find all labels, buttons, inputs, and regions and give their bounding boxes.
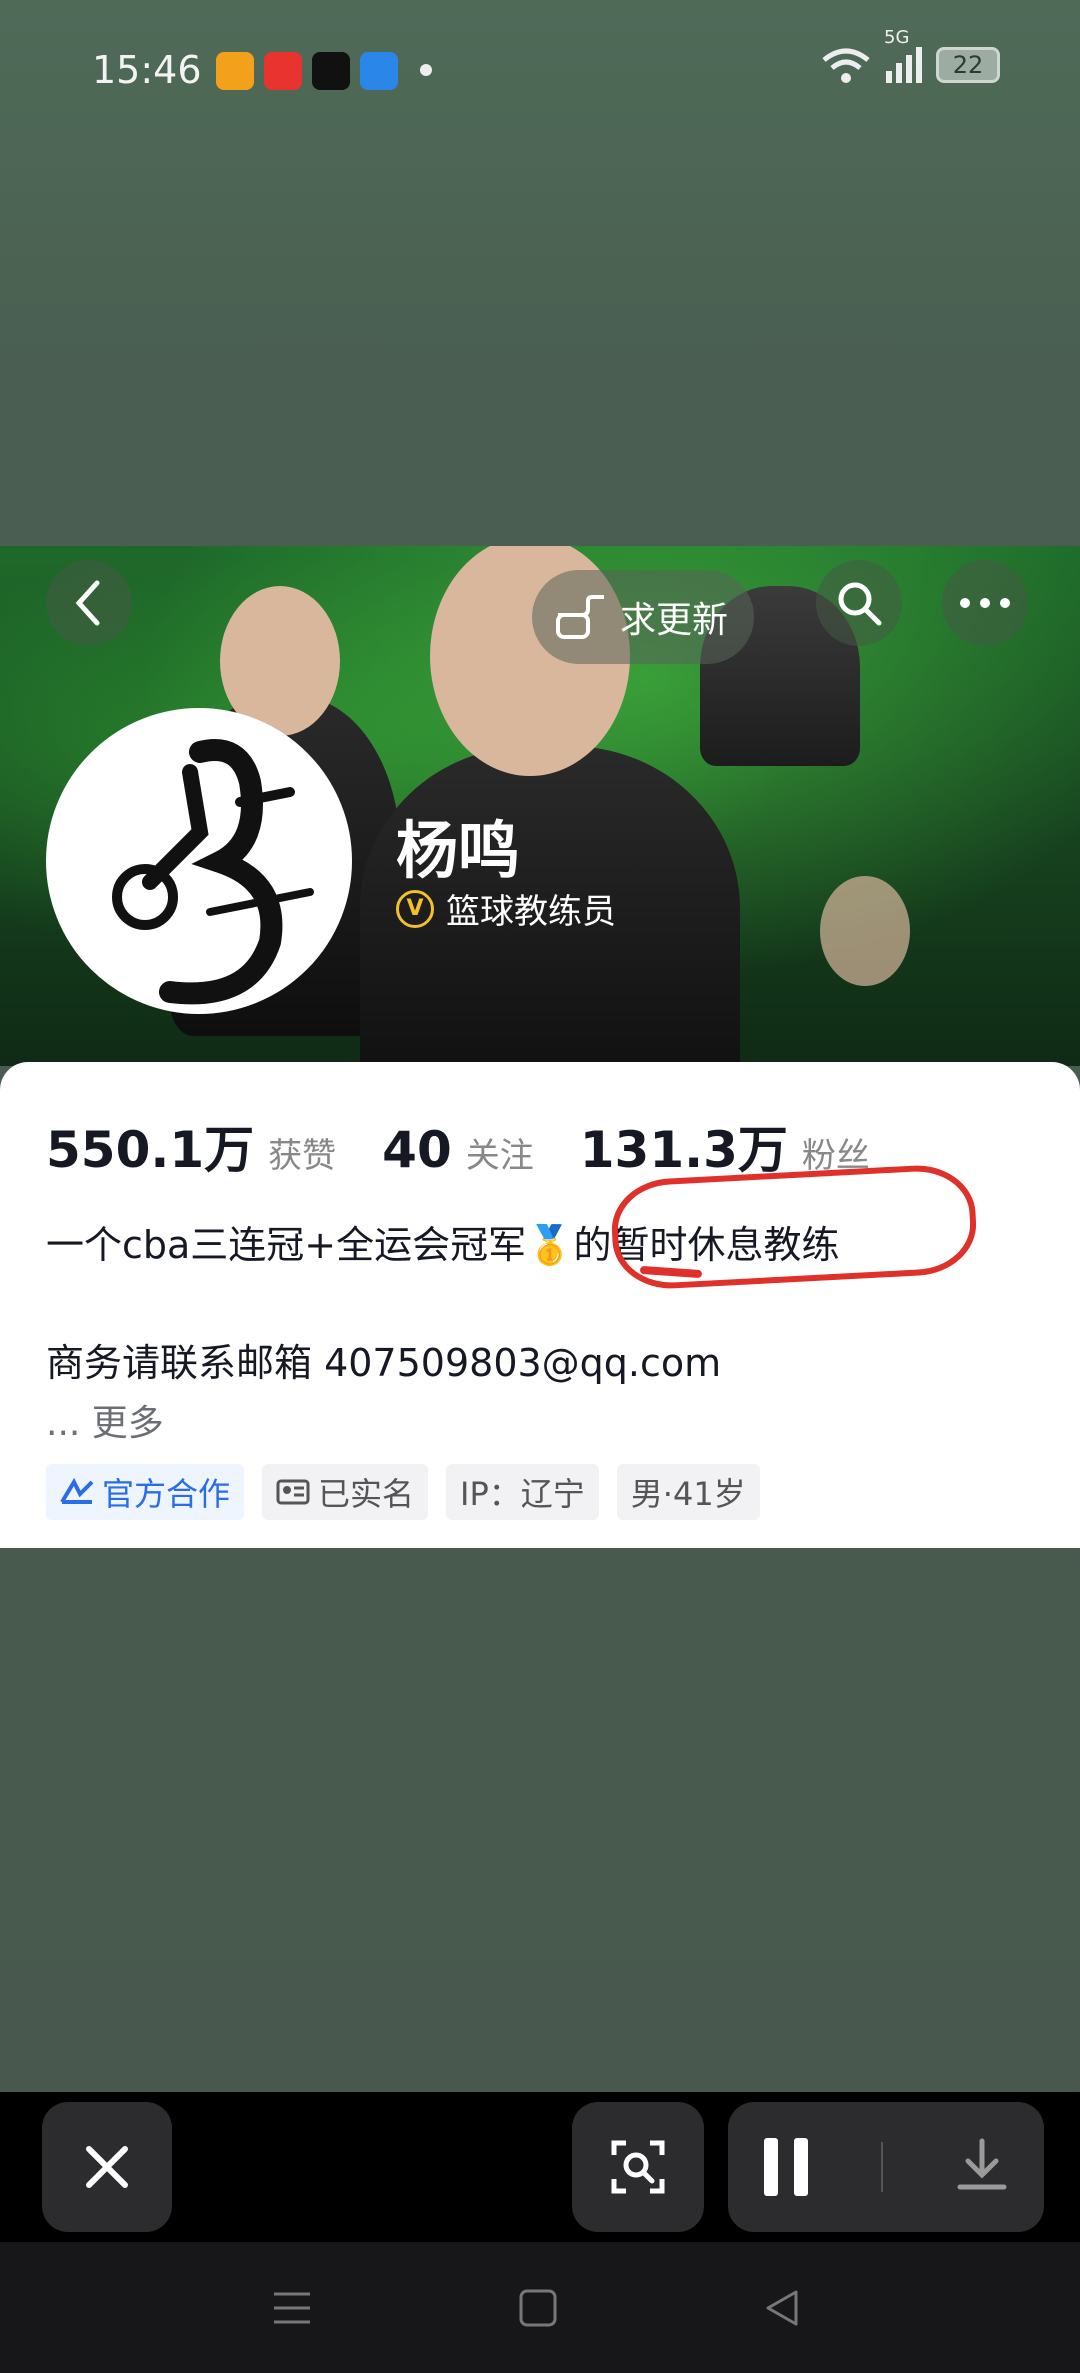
likes-stat[interactable]: 550.1万 获赞 — [46, 1110, 336, 1182]
notification-app-icons — [216, 52, 398, 90]
cellular-signal-icon: 5G — [884, 27, 922, 83]
request-update-button[interactable]: 求更新 — [532, 570, 754, 664]
controls-divider — [880, 2142, 883, 2192]
bio-more-link[interactable]: ... 更多 — [46, 1394, 164, 1446]
back-button[interactable] — [46, 560, 132, 646]
request-update-label: 求更新 — [620, 600, 729, 641]
id-card-icon — [276, 1479, 310, 1505]
tag-official-cooperation[interactable]: 官方合作 — [46, 1464, 245, 1520]
download-button[interactable] — [956, 2137, 1008, 2197]
pause-icon — [764, 2138, 779, 2196]
battery-icon: 22 — [936, 47, 1000, 83]
pause-button[interactable] — [764, 2138, 809, 2196]
pointing-hand-icon — [556, 595, 604, 639]
scan-search-icon — [611, 2140, 665, 2194]
toutiao-app-icon — [264, 52, 302, 90]
recording-actions-group — [728, 2102, 1044, 2232]
search-button[interactable] — [816, 560, 902, 646]
likes-label: 获赞 — [268, 1136, 337, 1176]
tag-verified-label: 已实名 — [318, 1475, 415, 1513]
battery-level: 22 — [952, 51, 984, 79]
tag-gender-age: 男·41岁 — [616, 1464, 760, 1520]
network-type: 5G — [884, 27, 910, 48]
profile-tags: 官方合作 已实名 IP：辽宁 男·41岁 — [46, 1464, 760, 1520]
banner-face-right — [820, 876, 910, 986]
more-dots-icon — [960, 598, 1010, 608]
system-icons: 5G 22 — [820, 27, 1000, 84]
tag-ip-label: IP：辽宁 — [460, 1475, 585, 1513]
likes-value: 550.1万 — [46, 1121, 255, 1179]
following-value: 40 — [382, 1121, 452, 1179]
close-recording-button[interactable] — [42, 2102, 172, 2232]
profile-name: 杨鸣 — [396, 814, 521, 887]
verified-title: V 篮球教练员 — [396, 884, 616, 933]
search-icon — [838, 582, 882, 626]
download-icon — [957, 2138, 1007, 2190]
tag-official-label: 官方合作 — [102, 1475, 231, 1513]
notification-dot-icon — [420, 64, 432, 76]
verified-title-text: 篮球教练员 — [446, 892, 616, 932]
tag-verified-identity[interactable]: 已实名 — [262, 1464, 429, 1520]
wifi-icon — [822, 48, 870, 83]
following-stat[interactable]: 40 关注 — [382, 1121, 534, 1179]
tag-ip-location: IP：辽宁 — [446, 1464, 599, 1520]
tiktok-app-icon — [312, 52, 350, 90]
menu-icon[interactable] — [272, 2288, 312, 2328]
network-app-icon — [360, 52, 398, 90]
avatar-logo-icon — [112, 739, 314, 1005]
close-icon — [86, 2146, 128, 2188]
scan-button[interactable] — [572, 2102, 704, 2232]
home-icon[interactable] — [518, 2288, 558, 2328]
chevron-left-icon — [75, 580, 100, 626]
status-bar: 15:46 5G 22 — [0, 0, 1080, 140]
profile-contact: 商务请联系邮箱 407509803@qq.com — [46, 1341, 722, 1385]
followers-value: 131.3万 — [579, 1121, 788, 1179]
tag-gender-age-label: 男·41岁 — [630, 1475, 746, 1513]
back-triangle-icon[interactable] — [762, 2288, 802, 2328]
profile-stats: 550.1万 获赞 40 关注 131.3万 粉丝 — [46, 1110, 916, 1182]
avatar[interactable] — [46, 708, 352, 1014]
verified-badge-icon: V — [396, 889, 434, 928]
following-label: 关注 — [465, 1136, 534, 1176]
video-app-icon — [216, 52, 254, 90]
status-time: 15:46 — [92, 48, 202, 92]
official-cooperation-icon — [60, 1478, 94, 1504]
system-navigation-bar — [0, 2242, 1080, 2373]
more-options-button[interactable] — [942, 560, 1028, 646]
